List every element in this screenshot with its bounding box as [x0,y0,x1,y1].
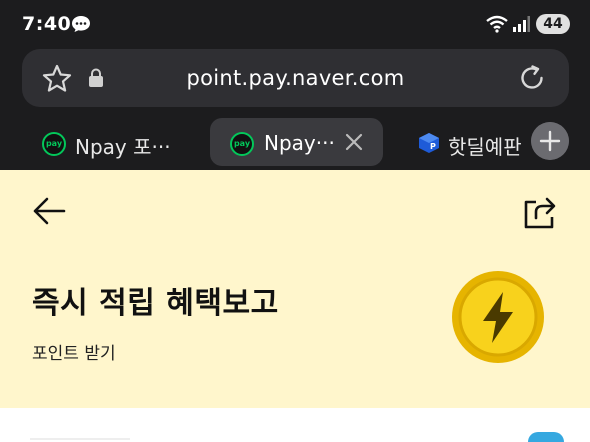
naver-pay-favicon: pay [230,132,254,156]
tab-npay-1[interactable]: pay Npay 포··· [28,118,198,166]
url-text[interactable]: point.pay.naver.com [22,66,569,90]
share-icon[interactable] [522,196,558,230]
reload-icon[interactable] [517,63,547,93]
tab-npay-active[interactable]: pay Npay··· [210,118,383,166]
naver-pay-favicon: pay [42,132,66,156]
tab-hotdeal[interactable]: P 핫딜예판 [410,118,540,166]
new-tab-button[interactable] [531,122,569,160]
status-badge [528,432,564,442]
tab-title: Npay 포··· [75,135,171,159]
page-title: 즉시 적립 혜택보고 [32,286,279,321]
tab-title: 핫딜예판 [448,135,522,159]
signal-icon [513,16,530,32]
back-arrow-icon[interactable] [32,196,66,226]
wifi-icon [486,15,508,33]
page-banner: 즉시 적립 혜택보고 포인트 받기 [0,170,590,442]
content-card [0,408,590,442]
tab-title: Npay··· [264,131,335,155]
hotdeal-icon: P [419,133,439,153]
url-bar[interactable]: point.pay.naver.com [22,49,569,107]
chat-bubble-icon [72,16,90,32]
close-icon[interactable] [342,130,366,154]
tab-strip: pay Npay 포··· pay Npay··· P 핫딜예판 [0,116,590,168]
battery-indicator: 44 [536,14,570,34]
status-bar: 7:40 44 [0,0,590,48]
card-divider [30,438,130,440]
status-time: 7:40 [22,13,72,35]
svg-text:P: P [430,142,436,151]
lightning-coin-icon [452,271,544,363]
page-subtitle: 포인트 받기 [32,344,116,364]
